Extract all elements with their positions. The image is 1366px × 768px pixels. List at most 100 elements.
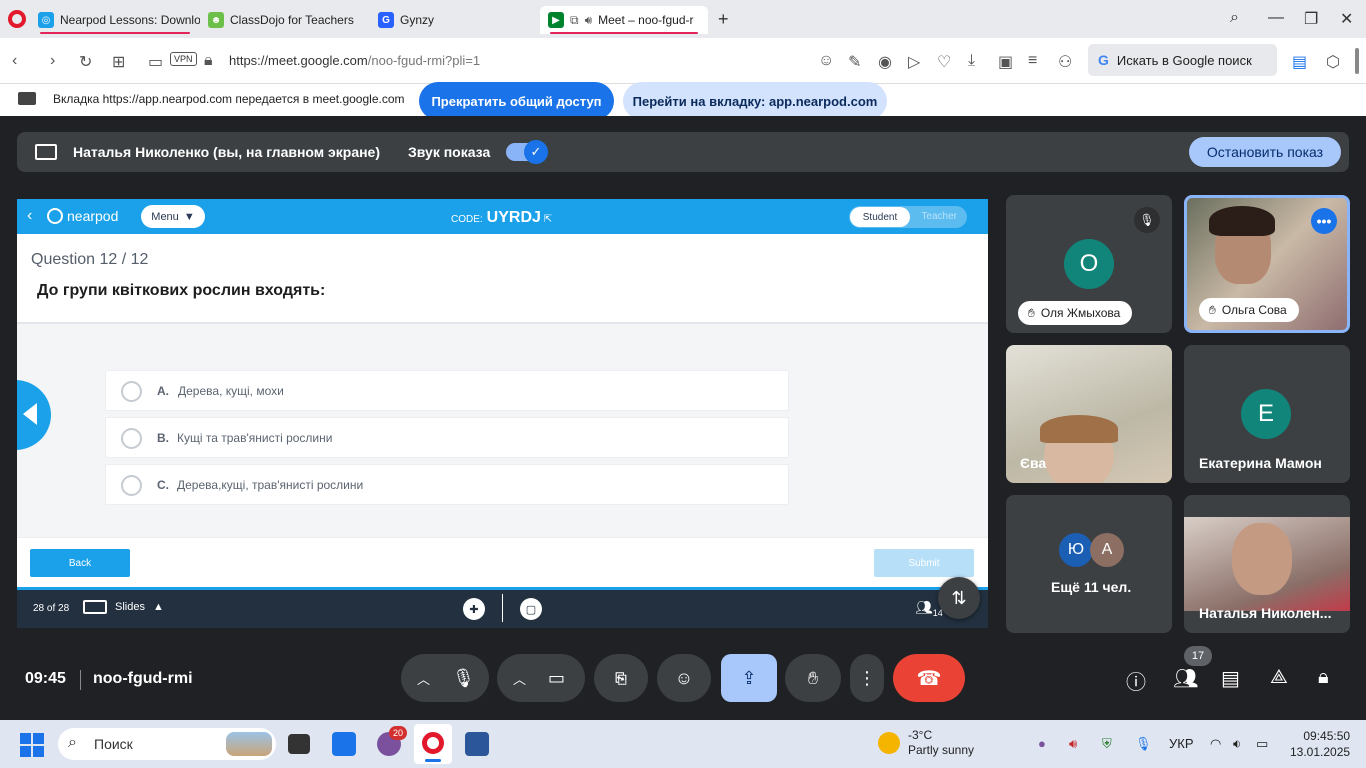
send-icon[interactable]: ▷ (908, 52, 920, 72)
apps-grid-icon[interactable]: ⊞ (112, 52, 125, 72)
answer-option-a[interactable]: A. Дерева, кущі, мохи (105, 370, 789, 411)
vpn-badge[interactable]: VPN (170, 52, 197, 66)
minimize-icon[interactable]: — (1268, 9, 1284, 27)
volume-app-icon[interactable]: 🔊︎ (1069, 736, 1077, 752)
forward-icon[interactable]: › (50, 52, 55, 70)
snapshot-icon[interactable]: ◉ (878, 52, 892, 72)
chevron-up-icon[interactable]: ︿ (417, 669, 430, 688)
reload-icon[interactable]: ↻ (79, 52, 92, 72)
camera-control[interactable]: ︿ ▭ (497, 654, 585, 702)
menu-button[interactable]: Menu ▼ (141, 205, 205, 228)
back-button[interactable]: Back (30, 549, 130, 577)
more-options-button[interactable]: ⋮ (850, 654, 884, 702)
viber-tray-icon[interactable]: ● (1038, 736, 1046, 751)
edit-icon[interactable]: ✎ (848, 52, 861, 72)
raise-hand-button[interactable]: ✋︎ (785, 654, 841, 702)
participant-tile[interactable]: Єва (1006, 345, 1172, 483)
leave-call-button[interactable]: ☎︎ (893, 654, 965, 702)
participant-name: Оля Жмыхова (1040, 306, 1121, 320)
extensions-icon[interactable]: ⬡ (1326, 52, 1340, 72)
language-indicator[interactable]: УКР (1169, 736, 1194, 751)
media-icon[interactable]: ▣ (998, 52, 1013, 72)
whiteboard-icon[interactable]: ▢ (520, 598, 542, 620)
people-icon[interactable]: 👥︎ (1173, 666, 1198, 691)
download-icon[interactable]: ⤓ (968, 52, 975, 70)
speaker-icon[interactable]: 🔊︎ (585, 13, 593, 28)
opera-taskbar-button[interactable] (414, 724, 452, 764)
tab-classdojo[interactable]: ☻ ClassDojo for Teachers (200, 6, 370, 34)
role-switch[interactable]: Student Teacher (849, 206, 967, 228)
restore-icon[interactable]: ❐ (1304, 9, 1318, 29)
participant-tile[interactable]: ••• ✋︎ Ольга Сова (1184, 195, 1350, 333)
system-clock[interactable]: 09:45:50 13.01.2025 (1290, 728, 1350, 760)
slides-toggle[interactable]: Slides ▲ (83, 600, 164, 614)
store-icon[interactable] (332, 732, 356, 756)
role-teacher[interactable]: Teacher (921, 211, 957, 222)
more-participants-tile[interactable]: Ю А Ещё 11 чел. (1006, 495, 1172, 633)
share-out-icon[interactable]: ⇱ (544, 214, 552, 225)
info-icon[interactable]: ⓘ (1126, 666, 1146, 695)
mic-icon[interactable]: 🎙︎ (452, 668, 475, 689)
host-controls-icon[interactable]: 🔒︎ (1318, 666, 1329, 689)
participant-tile[interactable]: Наталья Николен... (1184, 495, 1350, 633)
mic-control[interactable]: ︿ 🎙︎ (401, 654, 489, 702)
back-icon[interactable]: ‹ (12, 52, 17, 70)
tab-nearpod[interactable]: ◎ Nearpod Lessons: Downlo (30, 6, 200, 34)
word-icon[interactable] (465, 732, 489, 756)
speaker-icon[interactable]: 🔉︎ (1233, 736, 1241, 752)
answer-option-b[interactable]: B. Кущі та трав'янисті рослини (105, 417, 789, 458)
emoji-icon[interactable]: ☺ (818, 52, 834, 70)
security-icon[interactable]: ⛨ (1102, 736, 1112, 752)
tab-gynzy[interactable]: G Gynzy (370, 6, 538, 34)
nearpod-favicon-icon: ◎ (38, 12, 54, 28)
swap-layout-button[interactable]: ⇅ (938, 577, 980, 619)
radio-icon[interactable] (121, 475, 142, 496)
taskbar-search[interactable]: ⌕ Поиск (58, 728, 276, 760)
pip-icon[interactable]: ⧉ (570, 13, 579, 28)
close-icon[interactable]: ✕ (1340, 9, 1353, 29)
easy-setup-icon[interactable]: ≡ (1028, 52, 1037, 70)
sidebar-icon[interactable]: ▤ (1292, 52, 1307, 72)
url-field[interactable]: https://meet.google.com/noo-fgud-rmi?pli… (229, 53, 480, 68)
sound-toggle[interactable]: ✓ (506, 140, 548, 164)
wifi-icon[interactable]: ◠ (1210, 736, 1221, 752)
chat-icon[interactable]: ▤ (1221, 666, 1240, 691)
participant-tile[interactable]: 🎙︎ О ✋︎ Оля Жмыхова (1006, 195, 1172, 333)
submit-button[interactable]: Submit (874, 549, 974, 577)
puzzle-icon[interactable]: ✚ (463, 598, 485, 620)
participant-tile[interactable]: Е Екатерина Мамон (1184, 345, 1350, 483)
previous-slide-button[interactable] (17, 380, 51, 450)
profile-icon[interactable]: ⚇ (1058, 52, 1072, 72)
stop-sharing-button[interactable]: Прекратить общий доступ (419, 82, 614, 120)
chevron-up-icon[interactable]: ︿ (513, 669, 526, 688)
radio-icon[interactable] (121, 381, 142, 402)
google-search-box[interactable]: G Искать в Google поиск (1088, 44, 1277, 76)
battery-icon[interactable]: ▭ (1256, 736, 1268, 752)
go-to-tab-button[interactable]: Перейти на вкладку: app.nearpod.com (623, 82, 887, 120)
scrollbar[interactable] (1355, 48, 1359, 74)
heart-icon[interactable]: ♡ (937, 52, 951, 72)
mic-tray-icon[interactable]: 🎙︎ (1135, 736, 1152, 752)
emoji-button[interactable]: ☺ (657, 654, 711, 702)
search-tabs-icon[interactable]: ⌕ (1230, 9, 1239, 27)
task-view-icon[interactable] (288, 734, 310, 754)
stop-presenting-button[interactable]: Остановить показ (1189, 137, 1341, 167)
camera-icon[interactable]: ▭ (548, 668, 565, 689)
answer-option-c[interactable]: C. Дерева,кущі, трав'янисті рослини (105, 464, 789, 505)
present-button[interactable]: ⇪ (721, 654, 777, 702)
role-student[interactable]: Student (850, 207, 910, 227)
more-options-icon[interactable]: ••• (1311, 208, 1337, 234)
opera-logo-icon[interactable] (8, 10, 26, 28)
activities-icon[interactable]: ⟁ (1270, 666, 1288, 689)
radio-icon[interactable] (121, 428, 142, 449)
windows-start-icon[interactable] (20, 733, 44, 757)
participant-name: Ещё 11 чел. (1051, 579, 1132, 595)
search-label: Поиск (94, 736, 133, 752)
lock-icon[interactable]: 🔒︎ (204, 52, 213, 70)
captions-button[interactable]: ⎘ (594, 654, 648, 702)
camera-icon[interactable]: ▭ (148, 52, 163, 72)
weather-widget[interactable]: -3°C Partly sunny (878, 728, 974, 758)
back-chevron-icon[interactable]: ‹ (27, 207, 32, 225)
tab-meet[interactable]: ▶ ⧉ 🔊︎ Meet – noo-fgud-r (540, 6, 708, 34)
new-tab-icon[interactable]: + (718, 9, 729, 30)
